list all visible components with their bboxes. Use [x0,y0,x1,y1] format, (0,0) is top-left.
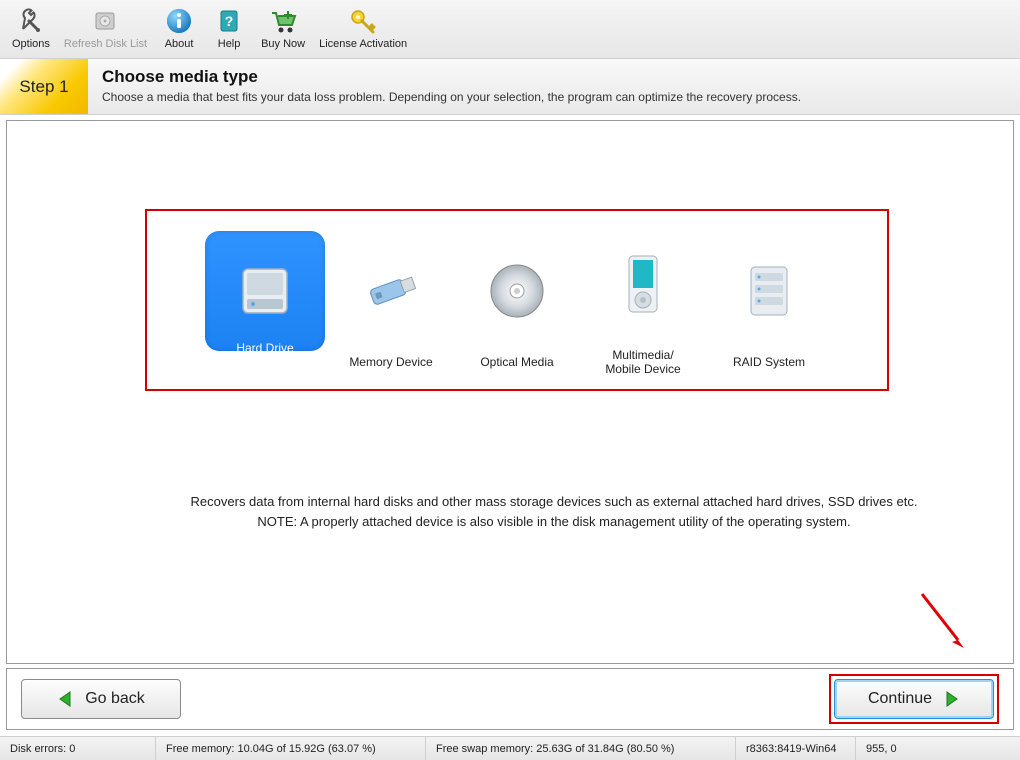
media-optical-label: Optical Media [480,355,553,369]
arrow-right-icon [942,690,960,708]
continue-highlight: Continue [829,674,999,724]
toolbar-license-activation[interactable]: License Activation [313,4,413,52]
toolbar-about-label: About [165,38,194,50]
info-icon [164,6,194,36]
media-option-raid-system[interactable]: RAID System [707,227,831,373]
status-free-memory: Free memory: 10.04G of 15.92G (63.07 %) [156,737,426,760]
toolbar-buy-now[interactable]: Buy Now [255,4,311,52]
toolbar-options-label: Options [12,38,50,50]
media-description: Recovers data from internal hard disks a… [135,493,973,531]
wizard-navbar: Go back Continue [6,668,1014,730]
media-option-multimedia-device[interactable]: Multimedia/ Mobile Device [581,220,705,381]
disc-icon [457,231,577,351]
arrow-left-icon [57,690,75,708]
toolbar-refresh-disk-list: Refresh Disk List [58,4,153,52]
status-build: r8363:8419-Win64 [736,737,856,760]
media-type-selector: Hard Drive Memory Device [145,209,889,391]
step-subtitle: Choose a media that best fits your data … [102,90,801,104]
media-multimedia-label: Multimedia/ Mobile Device [605,348,680,377]
key-icon [348,6,378,36]
media-memory-label: Memory Device [349,355,432,369]
hard-drive-icon [205,231,325,351]
status-free-swap: Free swap memory: 25.63G of 31.84G (80.5… [426,737,736,760]
continue-button[interactable]: Continue [834,679,994,719]
media-hard-drive-label: Hard Drive [236,341,293,355]
tools-icon [16,6,46,36]
go-back-button[interactable]: Go back [21,679,181,719]
toolbar-about[interactable]: About [155,4,203,52]
status-bar: Disk errors: 0 Free memory: 10.04G of 15… [0,736,1020,760]
mobile-device-icon [583,224,703,344]
status-disk-errors: Disk errors: 0 [0,737,156,760]
step-text: Choose media type Choose a media that be… [88,59,815,114]
toolbar-refresh-label: Refresh Disk List [64,38,147,50]
toolbar-license-label: License Activation [319,38,407,50]
usb-stick-icon [331,231,451,351]
svg-text:?: ? [225,13,234,29]
media-description-main: Recovers data from internal hard disks a… [191,494,918,509]
media-option-optical-media[interactable]: Optical Media [455,227,579,373]
step-header: Step 1 Choose media type Choose a media … [0,59,1020,115]
media-raid-label: RAID System [733,355,805,369]
toolbar-options[interactable]: Options [6,4,56,52]
media-option-hard-drive[interactable]: Hard Drive [203,227,327,373]
go-back-label: Go back [85,690,145,708]
media-option-memory-device[interactable]: Memory Device [329,227,453,373]
help-icon: ? [214,6,244,36]
cart-icon [268,6,298,36]
toolbar-buy-label: Buy Now [261,38,305,50]
wizard-content: Hard Drive Memory Device [6,120,1014,664]
step-title: Choose media type [102,67,801,87]
toolbar: Options Refresh Disk List [0,0,1020,59]
media-description-note: NOTE: A properly attached device is also… [135,513,973,531]
disk-refresh-icon [90,6,120,36]
raid-icon [709,231,829,351]
continue-label: Continue [868,690,932,708]
status-cursor-pos: 955, 0 [856,737,1020,760]
toolbar-help-label: Help [218,38,241,50]
step-badge: Step 1 [0,59,88,114]
toolbar-help[interactable]: ? Help [205,4,253,52]
